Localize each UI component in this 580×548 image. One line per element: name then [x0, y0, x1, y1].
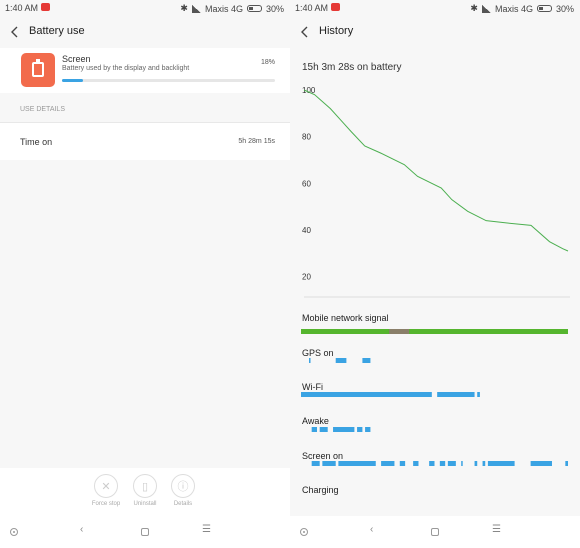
y-tick-label: 40: [302, 226, 311, 235]
info-icon: ⓘ: [171, 474, 195, 498]
screen-on-bar: [399, 461, 406, 466]
close-icon: ✕: [94, 474, 118, 498]
nav-back-icon[interactable]: ‹: [370, 524, 373, 535]
awake-bar: [365, 427, 371, 432]
details-button[interactable]: ⓘ Details: [163, 474, 203, 507]
carrier-label: Maxis 4G: [204, 3, 243, 14]
y-tick-label: 60: [302, 179, 311, 188]
nav-menu-icon[interactable]: ☰: [492, 524, 501, 535]
uninstall-button[interactable]: ▯ Uninstall: [125, 474, 165, 507]
battery-history-chart: 20406080100: [302, 86, 570, 298]
app-name: Screen: [62, 54, 91, 64]
screen-on-bar: [429, 461, 435, 466]
battery-duration: 15h 3m 28s on battery: [302, 62, 402, 73]
battery-percent: 30%: [555, 3, 574, 14]
screen-on-bar: [447, 461, 456, 466]
battery-icon: [536, 5, 552, 12]
awake-bar: [311, 427, 318, 432]
time-on-value: 5h 28m 15s: [238, 138, 275, 145]
status-bar: 1:40 AM ✱ Maxis 4G 30%: [290, 0, 580, 16]
timeline-bars: [301, 329, 568, 466]
time-on-label: Time on: [20, 137, 53, 147]
assistant-icon[interactable]: [300, 528, 308, 536]
bluetooth-icon: ✱: [470, 3, 478, 13]
section-header: USE DETAILS: [20, 106, 65, 113]
screen-on-bar: [322, 461, 336, 466]
screen-on-bar: [311, 461, 320, 466]
screen-on-bar: [482, 461, 486, 466]
bluetooth-icon: ✱: [180, 3, 188, 13]
carrier-label: Maxis 4G: [494, 3, 533, 14]
gps-bar: [335, 358, 347, 363]
status-time: 1:40 AM: [5, 3, 39, 13]
signal-icon: [191, 4, 201, 13]
app-description: Battery used by the display and backligh…: [62, 65, 190, 72]
status-right: ✱ Maxis 4G 30%: [180, 3, 284, 14]
usage-bar: [62, 79, 275, 82]
y-tick-label: 20: [302, 273, 311, 282]
trash-icon: ▯: [133, 474, 157, 498]
back-arrow-icon[interactable]: [300, 25, 310, 39]
nav-home-icon[interactable]: [141, 528, 149, 536]
notification-icon: [331, 3, 340, 11]
screen-on-bar: [439, 461, 446, 466]
battery-icon: [246, 5, 262, 12]
screen-on-bar: [338, 461, 376, 466]
history-screen: 1:40 AM ✱ Maxis 4G 30% History 15h 3m 28…: [290, 0, 580, 548]
awake-bar: [319, 427, 328, 432]
nav-home-icon[interactable]: [431, 528, 439, 536]
battery-use-screen: 1:40 AM ✱ Maxis 4G 30% Battery use Scree…: [0, 0, 290, 548]
y-tick-label: 80: [302, 133, 311, 142]
screen-on-bar: [461, 461, 463, 466]
force-stop-button[interactable]: ✕ Force stop: [86, 474, 126, 507]
notification-icon: [41, 3, 50, 11]
signal-weak-segment: [389, 329, 410, 334]
signal-icon: [481, 4, 491, 13]
nav-menu-icon[interactable]: ☰: [202, 524, 211, 535]
header: Battery use: [0, 17, 290, 47]
battery-percent: 30%: [265, 3, 284, 14]
battery-level-line: [303, 89, 569, 252]
page-title: Battery use: [29, 25, 85, 37]
usage-bar-fill: [62, 79, 84, 82]
nav-bar: ‹ ☰: [0, 516, 290, 548]
app-percent: 18%: [260, 59, 275, 66]
screen-on-bar: [530, 461, 552, 466]
page-title: History: [319, 25, 354, 37]
signal-bar: [301, 329, 568, 334]
screen-on-bar: [487, 461, 515, 466]
screen-on-bar: [381, 461, 395, 466]
awake-bar: [357, 427, 363, 432]
nav-bar: ‹ ☰: [290, 516, 580, 548]
awake-bar: [333, 427, 355, 432]
assistant-icon[interactable]: [10, 528, 18, 536]
status-bar: 1:40 AM ✱ Maxis 4G 30%: [0, 0, 290, 16]
back-arrow-icon[interactable]: [10, 25, 20, 39]
screen-on-bar: [413, 461, 419, 466]
header: History: [290, 17, 580, 47]
screen-on-bar: [565, 461, 568, 466]
wifi-bar: [301, 392, 432, 397]
gps-bar: [362, 358, 371, 363]
screen-on-bar: [474, 461, 478, 466]
status-right: ✱ Maxis 4G 30%: [470, 3, 574, 14]
nav-back-icon[interactable]: ‹: [80, 524, 83, 535]
gps-bar: [309, 358, 311, 363]
divider: [0, 122, 290, 123]
wifi-bar: [437, 392, 475, 397]
wifi-bar: [477, 392, 480, 397]
status-time: 1:40 AM: [295, 3, 329, 13]
screen-app-icon: [21, 53, 55, 87]
